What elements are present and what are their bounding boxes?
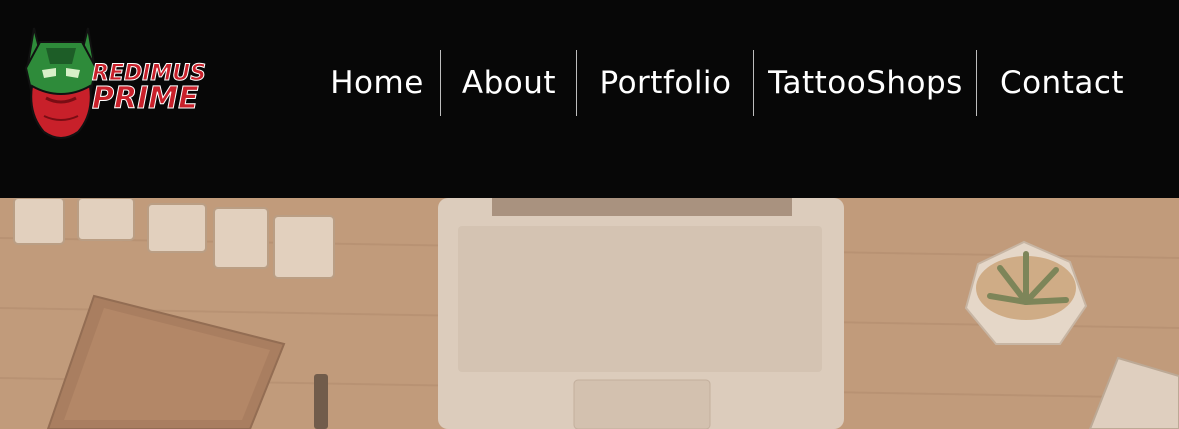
nav-about[interactable]: About (441, 50, 577, 116)
nav-portfolio[interactable]: Portfolio (577, 50, 754, 116)
desk-photo (0, 198, 1179, 429)
hero-image (0, 198, 1179, 429)
site-header: REDIMUS PRIME Home About Portfolio Tatto… (0, 0, 1179, 198)
nav-tattooshops[interactable]: TattooShops (754, 50, 977, 116)
robot-bearded-head-icon: REDIMUS PRIME (24, 27, 207, 139)
main-nav: Home About Portfolio TattooShops Contact (313, 50, 1147, 116)
site-logo[interactable]: REDIMUS PRIME (20, 24, 210, 142)
nav-home[interactable]: Home (313, 50, 441, 116)
logo-line2: PRIME (92, 81, 199, 116)
nav-contact[interactable]: Contact (977, 50, 1147, 116)
